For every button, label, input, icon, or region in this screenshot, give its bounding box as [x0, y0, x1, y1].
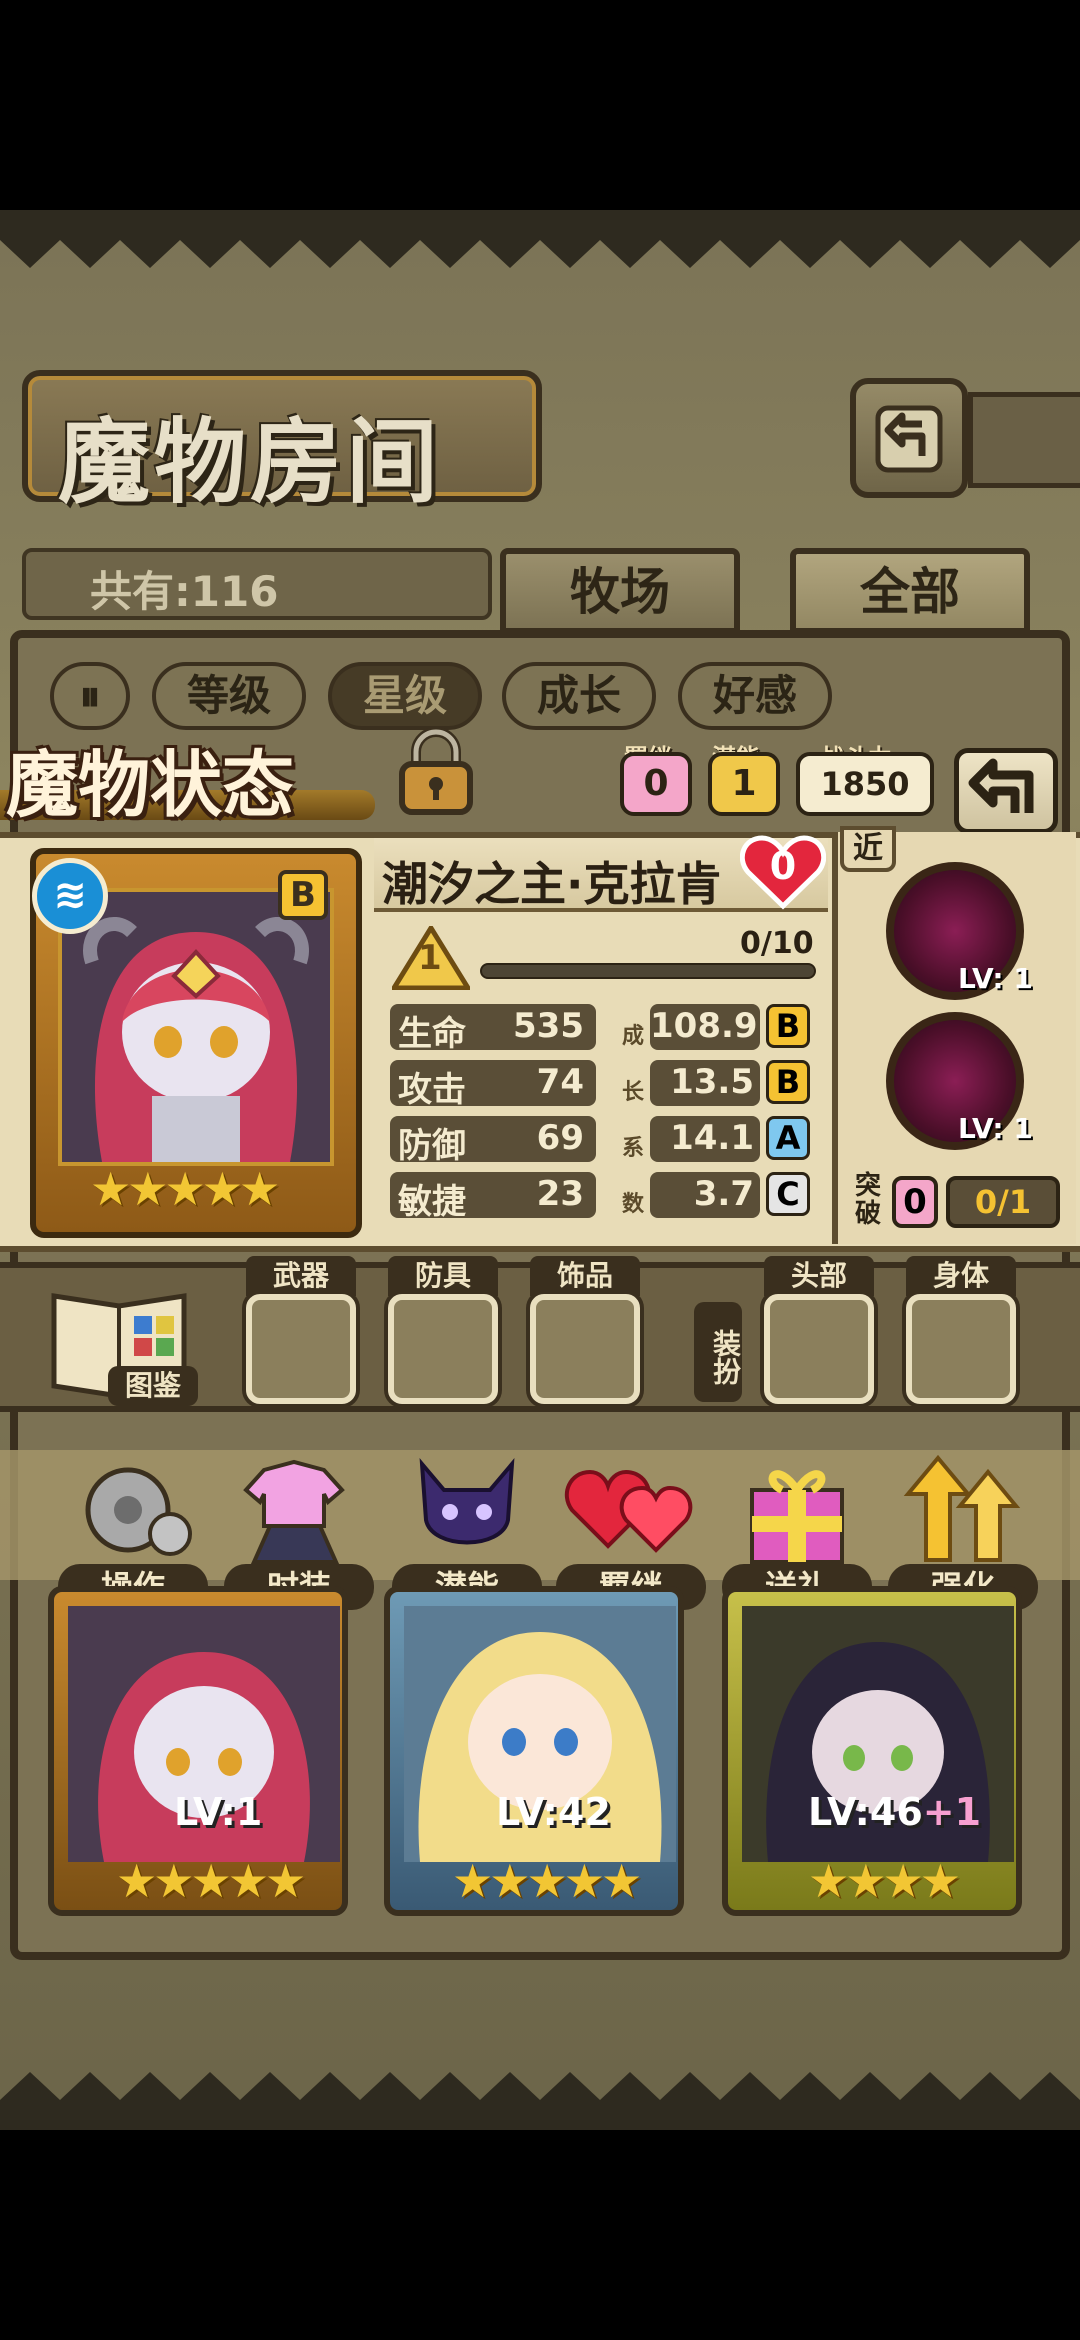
- bond-chip: 0: [620, 752, 692, 816]
- upgrade-arrows-icon: [903, 1454, 1021, 1562]
- water-element-icon: ≋: [32, 858, 108, 934]
- monster-count: 共有:116: [90, 567, 279, 616]
- sort-toggle-button[interactable]: ⏸: [50, 662, 130, 730]
- gift-icon: [750, 1470, 844, 1564]
- stat-value-agi: 23: [536, 1174, 584, 1214]
- header-side-panel: [968, 392, 1080, 488]
- slot-head[interactable]: [764, 1294, 874, 1404]
- growth-char-2: 长: [622, 1080, 645, 1105]
- roster-1-stars: ★★★★★: [116, 1854, 306, 1908]
- roster-3-stars: ★★★★: [808, 1854, 961, 1908]
- grade-atk: B: [766, 1060, 810, 1104]
- power-value: 1850: [820, 765, 910, 803]
- potential-value: 1: [731, 763, 757, 804]
- roster-3-level-text: LV:46: [808, 1790, 923, 1834]
- monster-portrait: [62, 892, 330, 1162]
- slot-armor[interactable]: [388, 1294, 498, 1404]
- breakthrough-label: 突破: [854, 1171, 881, 1229]
- range-tag: 近: [840, 826, 896, 872]
- filter-growth[interactable]: 成长: [502, 662, 656, 730]
- growth-value-def: 14.1: [670, 1118, 754, 1158]
- potential-chip: 1: [708, 752, 780, 816]
- bond-value: 0: [643, 763, 669, 804]
- tab-all[interactable]: 全部: [790, 548, 1030, 634]
- demon-icon: [419, 1458, 515, 1545]
- growth-value-agi: 3.7: [693, 1174, 754, 1214]
- top-zigzag-border: [0, 210, 1080, 268]
- filter-stars[interactable]: 星级: [328, 662, 482, 730]
- power-chip: 1850: [796, 752, 934, 816]
- affection-heart[interactable]: 0: [739, 834, 827, 912]
- bottom-letterbox: [0, 2130, 1080, 2340]
- stat-value-def: 69: [536, 1118, 584, 1158]
- skill-2-level: LV: 1: [958, 1112, 1033, 1145]
- tab-pasture[interactable]: 牧场: [500, 548, 740, 634]
- level-value: 1: [418, 938, 442, 978]
- slot-accessory[interactable]: [530, 1294, 640, 1404]
- roster-card-3[interactable]: LV:46+1 ★★★★: [722, 1586, 1022, 1916]
- stat-label-atk: 攻击: [398, 1070, 466, 1110]
- roster-3-bonus: +1: [922, 1790, 982, 1834]
- codex-label: 图鉴: [108, 1366, 198, 1406]
- stat-value-atk: 74: [536, 1062, 584, 1102]
- roster-3-level: LV:46+1: [808, 1790, 981, 1834]
- hearts-icon: [564, 1469, 693, 1553]
- exp-text: 0/10: [740, 926, 814, 961]
- grade-def: A: [766, 1116, 810, 1160]
- grade-hp: B: [766, 1004, 810, 1048]
- dress-up-label: 装扮: [694, 1302, 742, 1402]
- return-arrow-icon: [968, 758, 1034, 813]
- roster-2-level: LV:42: [496, 1790, 611, 1834]
- back-button[interactable]: [850, 378, 968, 498]
- page-title: 魔物房间: [58, 408, 443, 516]
- growth-char-3: 系: [622, 1136, 645, 1161]
- pause-icon: ⏸: [79, 671, 101, 720]
- slot-label-armor: 防具: [388, 1256, 498, 1296]
- stat-value-hp: 535: [513, 1006, 584, 1046]
- breakthrough-progress: 0/1: [946, 1176, 1060, 1228]
- monster-name: 潮汐之主·克拉肯: [382, 857, 722, 911]
- return-arrow-icon: [875, 405, 943, 473]
- rank-badge: B: [278, 870, 328, 920]
- close-status-button[interactable]: [954, 748, 1058, 834]
- stat-label-def: 防御: [398, 1126, 466, 1166]
- slot-label-accessory: 饰品: [530, 1256, 640, 1296]
- bottom-zigzag-border: [0, 2072, 1080, 2130]
- growth-char-1: 成: [622, 1024, 645, 1049]
- stat-label-agi: 敏捷: [398, 1182, 466, 1222]
- breakthrough-value: 0: [892, 1176, 938, 1228]
- costume-icon: [243, 1459, 345, 1564]
- growth-value-hp: 108.9: [650, 1006, 758, 1046]
- slot-body[interactable]: [906, 1294, 1016, 1404]
- filter-level[interactable]: 等级: [152, 662, 306, 730]
- portrait-stars: ★★★★★: [90, 1162, 280, 1216]
- portrait-image: [58, 888, 334, 1166]
- slot-weapon[interactable]: [246, 1294, 356, 1404]
- skill-1-level: LV: 1: [958, 962, 1033, 995]
- affection-value: 0: [769, 844, 797, 888]
- grade-agi: C: [766, 1172, 810, 1216]
- roster-2-stars: ★★★★★: [452, 1854, 642, 1908]
- roster-1-level: LV:1: [174, 1790, 263, 1834]
- growth-char-4: 数: [622, 1192, 645, 1217]
- status-title: 魔物状态: [6, 742, 295, 827]
- slot-label-body: 身体: [906, 1256, 1016, 1296]
- slot-label-head: 头部: [764, 1256, 874, 1296]
- slot-label-weapon: 武器: [246, 1256, 356, 1296]
- filter-affection[interactable]: 好感: [678, 662, 832, 730]
- stat-label-hp: 生命: [398, 1014, 466, 1054]
- exp-bar: [480, 963, 816, 979]
- growth-value-atk: 13.5: [670, 1062, 754, 1102]
- roster-card-2[interactable]: LV:42 ★★★★★: [384, 1586, 684, 1916]
- lock-icon[interactable]: [388, 722, 484, 818]
- gear-icon: [85, 1467, 192, 1556]
- roster-card-1[interactable]: LV:1 ★★★★★: [48, 1586, 348, 1916]
